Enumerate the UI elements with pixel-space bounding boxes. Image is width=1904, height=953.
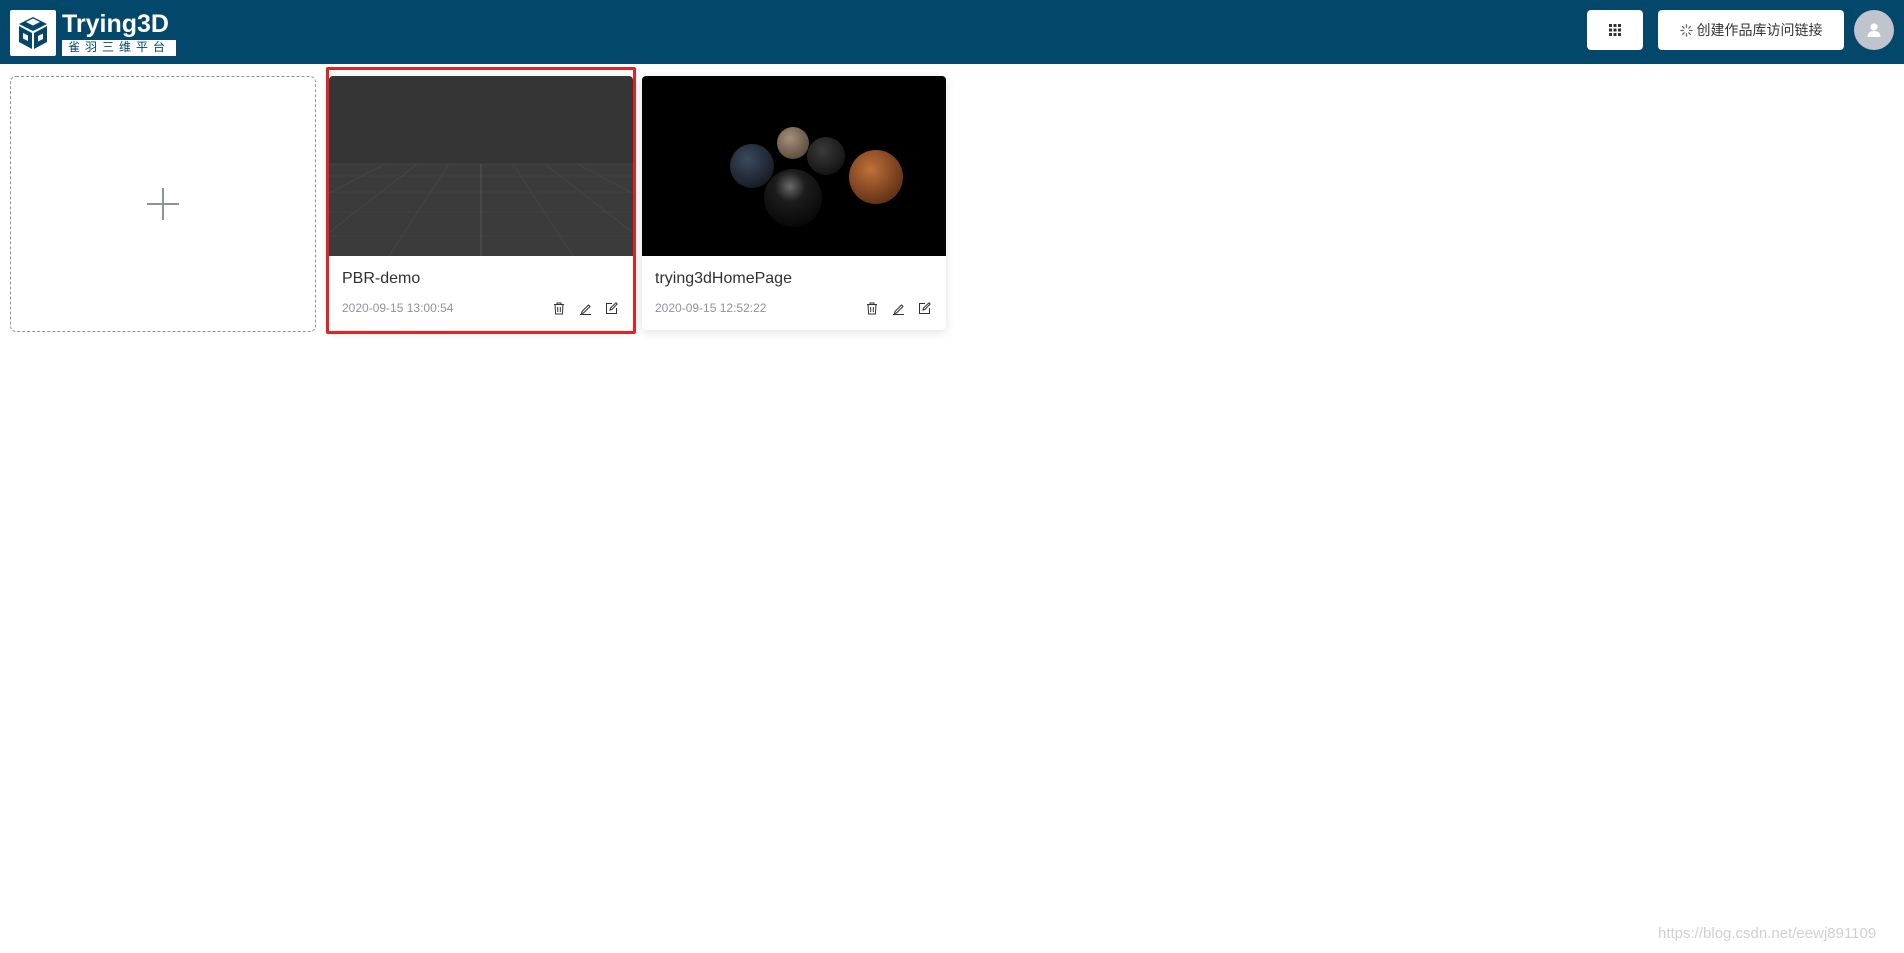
user-avatar[interactable] [1854,10,1894,50]
top-bar: Trying3D 雀羽三维平台 创建作品库访问链接 [0,0,1904,64]
project-thumbnail[interactable] [642,76,946,256]
grid-view-button[interactable] [1587,10,1643,50]
trash-icon[interactable] [864,300,880,316]
project-date: 2020-09-15 13:00:54 [342,301,454,315]
edit-square-icon[interactable] [916,300,932,316]
edit-pen-icon[interactable] [577,300,593,316]
create-gallery-link-label: 创建作品库访问链接 [1696,23,1823,39]
project-title: PBR-demo [342,270,421,287]
grid-icon [1609,24,1621,36]
edit-pen-icon[interactable] [890,300,906,316]
loading-spinner-icon [1679,23,1693,37]
watermark-text: https://blog.csdn.net/eewj891109 [1658,925,1877,942]
project-thumbnail[interactable] [329,76,633,256]
trash-icon[interactable] [551,300,567,316]
brand-title: Trying3D [62,9,169,38]
project-card[interactable]: PBR-demo 2020-09-15 13:00:54 [329,76,633,330]
edit-square-icon[interactable] [603,300,619,316]
add-project-card[interactable] [10,76,316,332]
user-icon [1867,23,1881,37]
create-gallery-link-button[interactable]: 创建作品库访问链接 [1658,10,1844,50]
brand-logo[interactable]: Trying3D 雀羽三维平台 [10,9,177,56]
cube-logo-icon [10,10,56,56]
project-date: 2020-09-15 12:52:22 [655,301,767,315]
plus-icon [147,188,179,220]
project-title: trying3dHomePage [655,270,792,287]
project-card[interactable]: trying3dHomePage 2020-09-15 12:52:22 [642,76,946,330]
brand-subtitle: 雀羽三维平台 [62,39,177,56]
